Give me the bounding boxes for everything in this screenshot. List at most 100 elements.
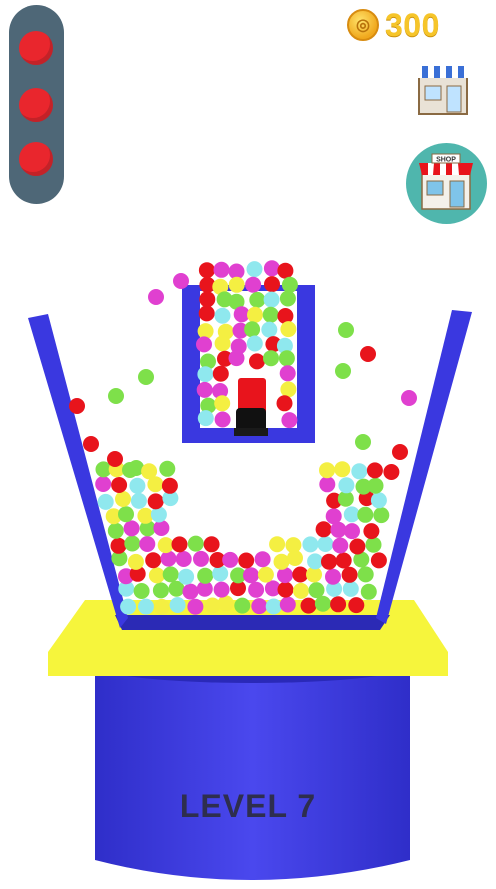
ball [137,507,154,524]
ball [263,260,280,277]
ball [187,535,204,552]
coin-icon: ◎ [347,9,379,41]
ball [383,464,400,480]
ball [370,552,387,569]
ball [138,369,154,385]
ball [307,553,324,570]
shop-sign-text: SHOP [436,157,456,164]
ball [161,477,178,494]
ball [243,567,259,584]
ball [315,521,332,538]
ball [355,434,371,450]
ball [246,335,263,352]
ball [308,582,325,599]
ball [335,552,352,569]
ball [198,305,215,322]
ball [249,353,265,370]
ball [251,598,268,615]
ball [145,552,162,569]
cup-floor [115,615,390,630]
ball [285,537,302,554]
ball [279,365,296,382]
lives-panel [9,5,64,204]
ball [69,398,85,414]
ball [173,273,189,289]
ball [360,583,377,600]
ball [392,444,408,460]
ball [199,291,216,308]
ball [124,535,141,552]
ball [344,523,360,540]
ball [264,276,280,293]
ball [157,537,174,554]
ball [133,583,150,599]
ball [193,550,209,567]
dispenser-inner-wall-right [297,288,313,433]
coin-count: 300 [385,6,440,43]
ball [279,596,296,613]
ball [213,581,230,598]
ball [261,321,278,338]
ball [217,595,234,612]
game-scene[interactable]: ◎ 300 SHOP LEVEL 7 [0,0,496,884]
ball [139,536,156,552]
ball [115,491,131,507]
ball [169,597,186,613]
shop-round-button[interactable]: SHOP [406,143,487,224]
ball [281,412,298,429]
ball [244,321,261,338]
ball [319,476,336,493]
shop-button[interactable] [413,58,473,118]
ball [330,521,347,538]
ball [197,366,214,383]
shop-icon [416,66,470,115]
ball [175,551,192,567]
ball [351,463,368,480]
ball [335,363,351,379]
ball [204,597,221,614]
ball [130,492,147,509]
ball [281,276,298,293]
ball [254,551,271,568]
ball [213,261,230,278]
ball [129,477,146,494]
ball [187,598,204,615]
ball [293,582,309,599]
ball [349,538,366,555]
ball [107,451,123,467]
game-world [28,260,472,880]
ball [138,598,154,615]
ball [319,462,335,479]
ball [111,477,128,493]
ball [325,508,342,525]
ball [280,321,297,338]
ball [83,436,99,452]
ball [196,381,213,398]
ball [214,307,231,324]
coin-counter: ◎ 300 [347,6,440,44]
ball [357,506,374,523]
ball [276,395,293,412]
ball [228,276,245,293]
ball [348,597,365,614]
ball [338,477,355,494]
ball [341,566,358,583]
shop-round-icon: SHOP [419,153,473,210]
ball [373,507,390,524]
ball [120,598,137,615]
ball [234,597,251,614]
ball [249,291,266,308]
ball [342,580,359,597]
ball [367,477,384,494]
podium [95,660,410,880]
ball [214,395,231,412]
ball [265,598,282,615]
ball [263,350,279,367]
ball [257,566,274,583]
ball [182,583,199,600]
ball [300,597,317,614]
ball [222,551,239,568]
valve-base [234,428,268,436]
ball [152,582,169,599]
ball [197,567,214,584]
